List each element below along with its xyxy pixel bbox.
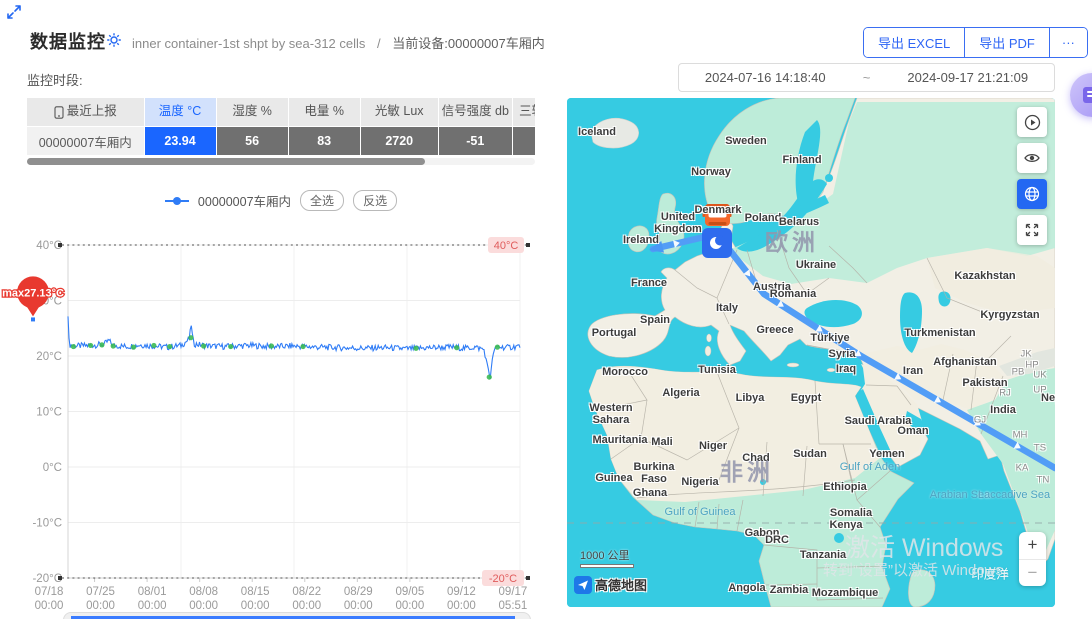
- x-tick-9: 09/1705:51: [491, 586, 535, 614]
- column-header-1[interactable]: 温度 °C: [145, 98, 216, 126]
- playback-button[interactable]: [1017, 107, 1047, 137]
- temperature-chart: 40°C30°C20°C10°C0°C-10°C-20°C40°C-20°Cma…: [27, 232, 535, 619]
- date-range-picker[interactable]: 2024-07-16 14:18:40 ~ 2024-09-17 21:21:0…: [678, 63, 1055, 92]
- svg-text:40°C: 40°C: [494, 240, 519, 252]
- svg-text:10°C: 10°C: [36, 407, 62, 419]
- export-pdf-button[interactable]: 导出 PDF: [965, 28, 1050, 57]
- device-name-cell[interactable]: 00000007车厢内: [27, 127, 144, 155]
- floating-assistant-button[interactable]: [1070, 73, 1092, 117]
- amap-logo-icon: [574, 576, 592, 594]
- fullscreen-button[interactable]: [1017, 215, 1047, 245]
- x-tick-2: 08/0100:00: [130, 586, 174, 614]
- value-cell-5[interactable]: 1.4: [513, 127, 535, 155]
- table-header-row: 最近上报温度 °C湿度 %电量 %光敏 Lux信号强度 db三轴震动 gX轴震动…: [27, 98, 535, 127]
- map-scale-text: 1000 公里: [580, 547, 630, 563]
- more-actions-button[interactable]: ···: [1050, 28, 1087, 57]
- date-start-input[interactable]: 2024-07-16 14:18:40: [679, 70, 852, 85]
- table-scrollbar-thumb[interactable]: [27, 158, 425, 165]
- breadcrumb-device: 当前设备:00000007车厢内: [392, 36, 544, 51]
- svg-text:20°C: 20°C: [36, 351, 62, 363]
- value-cell-2[interactable]: 83: [289, 127, 360, 155]
- chart-x-axis-labels: 07/1800:00 07/2500:0008/0100:00 08/0800:00…: [27, 586, 535, 614]
- map-scale-bar: [580, 564, 634, 568]
- chart-canvas: 40°C30°C20°C10°C0°C-10°C-20°C40°C-20°Cma…: [27, 232, 535, 584]
- column-header-3[interactable]: 电量 %: [289, 98, 360, 126]
- invert-selection-button[interactable]: 反选: [353, 190, 397, 211]
- table-data-row: 00000007车厢内23.9456832720-511.40.40.6: [27, 127, 535, 155]
- monitor-period-label: 监控时段:: [27, 70, 83, 89]
- breadcrumb-project: inner container-1st shpt by sea-312 cell…: [132, 36, 365, 51]
- value-cell-1[interactable]: 56: [217, 127, 288, 155]
- column-header-5[interactable]: 信号强度 db: [439, 98, 512, 126]
- legend-series-label[interactable]: 00000007车厢内: [198, 191, 291, 210]
- map-layer-button[interactable]: [1017, 179, 1047, 209]
- x-tick-3: 08/0800:00: [182, 586, 226, 614]
- page-title: 数据监控: [30, 28, 106, 54]
- value-cell-4[interactable]: -51: [439, 127, 512, 155]
- table-scrollbar[interactable]: [27, 158, 535, 165]
- device-table: 最近上报温度 °C湿度 %电量 %光敏 Lux信号强度 db三轴震动 gX轴震动…: [27, 98, 535, 155]
- column-header-2[interactable]: 湿度 %: [217, 98, 288, 126]
- x-tick-1: 07/2500:00: [79, 586, 123, 614]
- data-monitor-page: 数据监控 inner container-1st shpt by sea-312…: [0, 0, 1092, 619]
- x-tick-0: 07/1800:00: [27, 586, 71, 614]
- svg-text:-10°C: -10°C: [32, 518, 62, 530]
- x-tick-5: 08/2200:00: [285, 586, 329, 614]
- svg-text:0°C: 0°C: [43, 462, 62, 474]
- amap-logo[interactable]: 高德地图: [574, 575, 647, 594]
- svg-text:max27.13°C: max27.13°C: [2, 287, 64, 299]
- x-tick-8: 09/1200:00: [439, 586, 483, 614]
- export-button-group: 导出 EXCEL 导出 PDF ···: [863, 27, 1088, 58]
- value-cell-0[interactable]: 23.94: [145, 127, 216, 155]
- amap-logo-text: 高德地图: [595, 575, 647, 594]
- select-all-button[interactable]: 全选: [300, 190, 344, 211]
- x-tick-6: 08/2900:00: [336, 586, 380, 614]
- breadcrumb: inner container-1st shpt by sea-312 cell…: [132, 33, 545, 52]
- svg-text:-20°C: -20°C: [32, 573, 62, 585]
- zoom-out-button[interactable]: −: [1019, 559, 1046, 587]
- document-icon: [1083, 87, 1092, 103]
- map-canvas[interactable]: [567, 98, 1055, 607]
- x-tick-4: 08/1500:00: [233, 586, 277, 614]
- value-cell-3[interactable]: 2720: [361, 127, 438, 155]
- column-header-6[interactable]: 三轴震动 g: [513, 98, 535, 126]
- date-separator: ~: [852, 70, 882, 85]
- zoom-in-button[interactable]: +: [1019, 532, 1046, 559]
- breadcrumb-separator: /: [377, 36, 381, 51]
- route-map[interactable]: IcelandNorwaySwedenFinlandUnited Kingdom…: [567, 98, 1055, 607]
- map-zoom-control: + −: [1019, 532, 1046, 586]
- export-excel-button[interactable]: 导出 EXCEL: [864, 28, 965, 57]
- vehicle-marker[interactable]: [702, 204, 732, 258]
- chart-legend: 00000007车厢内 全选 反选: [27, 190, 535, 211]
- visibility-button[interactable]: [1017, 143, 1047, 173]
- expand-corner-icon[interactable]: [6, 4, 22, 20]
- gear-icon[interactable]: [106, 32, 122, 48]
- legend-line-marker[interactable]: [165, 200, 189, 202]
- date-end-input[interactable]: 2024-09-17 21:21:09: [882, 70, 1055, 85]
- column-header-0[interactable]: 最近上报: [27, 98, 144, 126]
- column-header-4[interactable]: 光敏 Lux: [361, 98, 438, 126]
- svg-text:-20°C: -20°C: [489, 573, 517, 585]
- x-tick-7: 09/0500:00: [388, 586, 432, 614]
